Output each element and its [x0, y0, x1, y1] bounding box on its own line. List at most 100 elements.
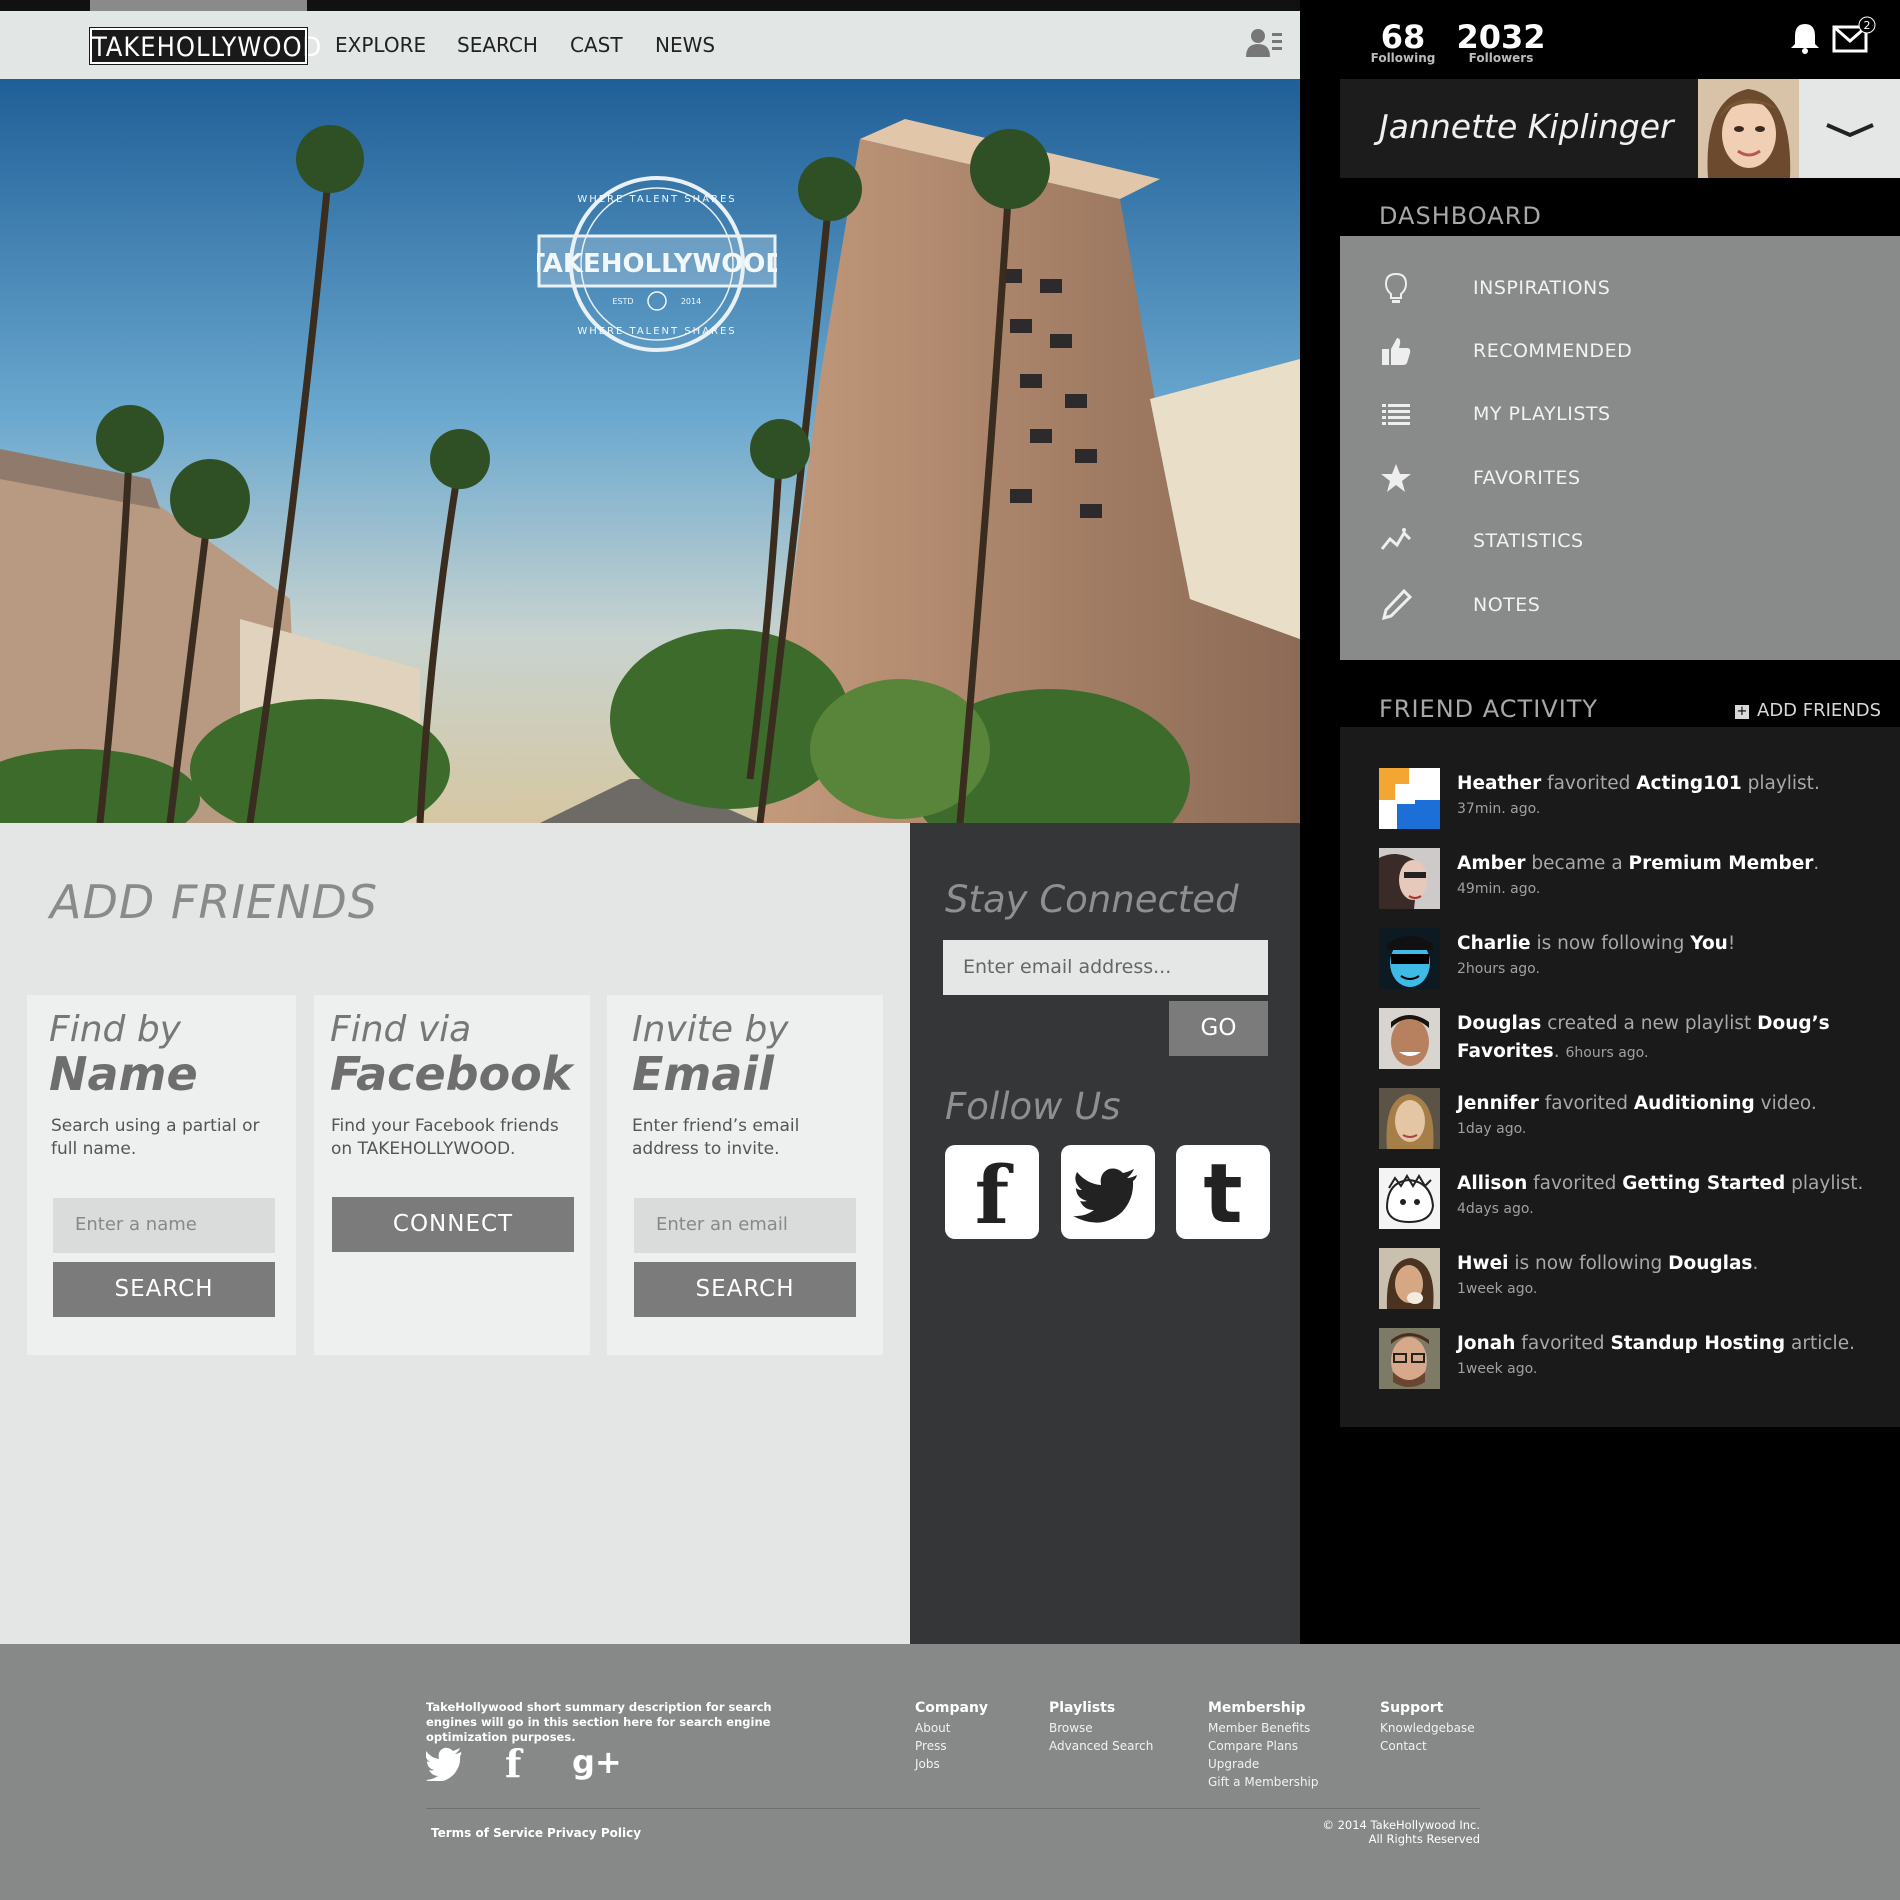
twitter-icon[interactable] [426, 1747, 462, 1781]
activity-text: Hwei is now following Douglas. [1457, 1253, 1759, 1274]
add-friends-section: ADD FRIENDS Find by Name Search using a … [0, 823, 910, 1644]
friend-avatar[interactable] [1379, 1168, 1440, 1229]
dashboard-item-favorites[interactable]: FAVORITES [1380, 458, 1860, 498]
site-footer: TakeHollywood short summary description … [0, 1644, 1900, 1900]
nav-news[interactable]: NEWS [655, 33, 715, 57]
stay-connected-panel: Stay Connected Enter email address... GO… [910, 823, 1300, 1644]
dashboard-item-statistics[interactable]: STATISTICS [1380, 521, 1860, 561]
invite-by-email-card: Invite by Email Enter friend’s email add… [607, 995, 883, 1355]
list-icon [1382, 404, 1410, 425]
friend-avatar[interactable] [1379, 848, 1440, 909]
activity-time: 37min. ago. [1457, 801, 1541, 817]
activity-time: 2hours ago. [1457, 961, 1540, 977]
footer-link-press[interactable]: Press [915, 1737, 988, 1755]
footer-column-support: Support Knowledgebase Contact [1380, 1700, 1475, 1755]
user-name[interactable]: Jannette Kiplinger [1379, 107, 1674, 146]
card-title-line1: Invite by [632, 1009, 789, 1050]
footer-link-gift-membership[interactable]: Gift a Membership [1208, 1773, 1319, 1791]
activity-text: Charlie is now following You! [1457, 933, 1736, 954]
svg-text:2014: 2014 [681, 297, 701, 306]
facebook-icon[interactable]: f [505, 1741, 521, 1786]
footer-link-advanced-search[interactable]: Advanced Search [1049, 1737, 1153, 1755]
activity-time: 1week ago. [1457, 1281, 1538, 1297]
dashboard-item-label: FAVORITES [1473, 467, 1581, 489]
dashboard-item-notes[interactable]: NOTES [1380, 585, 1860, 625]
invite-email-button[interactable]: SEARCH [634, 1262, 856, 1317]
terms-link[interactable]: Terms of Service [431, 1826, 543, 1840]
friend-avatar[interactable] [1379, 768, 1440, 829]
takehollywood-badge: TAKEHOLLYWOOD WHERE TALENT SHARES ESTD 2… [537, 176, 777, 352]
dashboard-item-label: STATISTICS [1473, 530, 1584, 552]
google-plus-icon[interactable]: g+ [572, 1743, 622, 1781]
chevron-down-icon [1826, 123, 1874, 138]
facebook-follow-button[interactable]: f [945, 1145, 1039, 1242]
copyright: © 2014 TakeHollywood Inc. All Rights Res… [1260, 1818, 1480, 1846]
footer-link-member-benefits[interactable]: Member Benefits [1208, 1719, 1319, 1737]
nav-cast[interactable]: CAST [570, 33, 623, 57]
footer-link-upgrade[interactable]: Upgrade [1208, 1755, 1319, 1773]
profile-dropdown-button[interactable] [1799, 79, 1900, 178]
main-content: TAKEHOLLYWOOD EXPLORE SEARCH CAST NEWS T… [0, 0, 1300, 1644]
activity-time: 49min. ago. [1457, 881, 1541, 897]
footer-link-browse[interactable]: Browse [1049, 1719, 1153, 1737]
activity-time: 1week ago. [1457, 1361, 1538, 1377]
footer-column-company: Company About Press Jobs [915, 1700, 988, 1773]
footer-column-playlists: Playlists Browse Advanced Search [1049, 1700, 1153, 1755]
footer-heading: Support [1380, 1700, 1444, 1716]
dashboard-item-label: INSPIRATIONS [1473, 277, 1611, 299]
following-label: Following [1370, 51, 1436, 65]
add-friends-link[interactable]: + ADD FRIENDS [1735, 700, 1881, 721]
avatar[interactable] [1698, 79, 1799, 178]
dashboard-item-label: MY PLAYLISTS [1473, 403, 1611, 425]
footer-description: TakeHollywood short summary description … [426, 1700, 772, 1744]
footer-divider [426, 1808, 1480, 1809]
bell-icon[interactable] [1790, 22, 1820, 54]
card-title-line1: Find via [330, 1009, 472, 1050]
dashboard-item-recommended[interactable]: RECOMMENDED [1380, 331, 1860, 371]
nav-search[interactable]: SEARCH [457, 33, 538, 57]
dashboard-title: DASHBOARD [1379, 202, 1542, 230]
card-title-line2: Email [632, 1047, 774, 1101]
nav-explore[interactable]: EXPLORE [335, 33, 426, 57]
facebook-connect-button[interactable]: CONNECT [332, 1197, 574, 1252]
find-via-facebook-card: Find via Facebook Find your Facebook fri… [314, 995, 590, 1355]
newsletter-go-button[interactable]: GO [1169, 1001, 1268, 1056]
lightbulb-icon [1384, 272, 1408, 303]
site-logo[interactable]: TAKEHOLLYWOOD [89, 27, 321, 65]
thumbs-up-icon [1382, 338, 1411, 365]
facebook-icon: f [974, 1148, 1010, 1242]
dashboard-item-my-playlists[interactable]: MY PLAYLISTS [1380, 394, 1860, 434]
name-search-input[interactable]: Enter a name [53, 1198, 275, 1253]
user-list-icon[interactable] [1246, 27, 1282, 57]
footer-link-jobs[interactable]: Jobs [915, 1755, 988, 1773]
twitter-follow-button[interactable] [1061, 1145, 1155, 1239]
logo-tab-highlight [90, 0, 307, 11]
hero-image: TAKEHOLLYWOOD WHERE TALENT SHARES ESTD 2… [0, 79, 1300, 823]
newsletter-email-input[interactable]: Enter email address... [943, 940, 1268, 995]
card-description: Search using a partial or full name. [51, 1116, 260, 1159]
star-icon [1381, 464, 1411, 492]
footer-link-contact[interactable]: Contact [1380, 1737, 1475, 1755]
dashboard-item-inspirations[interactable]: INSPIRATIONS [1380, 268, 1860, 308]
twitter-icon [1073, 1168, 1137, 1223]
name-search-button[interactable]: SEARCH [53, 1262, 275, 1317]
footer-link-knowledgebase[interactable]: Knowledgebase [1380, 1719, 1475, 1737]
friend-activity-feed: Heather favorited Acting101 playlist. 37… [1340, 727, 1900, 1427]
mail-icon[interactable]: 2 [1832, 16, 1876, 54]
friend-avatar[interactable] [1379, 928, 1440, 989]
activity-text: Amber became a Premium Member. [1457, 853, 1820, 874]
footer-link-compare-plans[interactable]: Compare Plans [1208, 1737, 1319, 1755]
invite-email-input[interactable]: Enter an email [634, 1198, 856, 1253]
friend-avatar[interactable] [1379, 1088, 1440, 1149]
privacy-link[interactable]: Privacy Policy [547, 1826, 641, 1840]
footer-link-about[interactable]: About [915, 1719, 988, 1737]
friend-avatar[interactable] [1379, 1248, 1440, 1309]
card-title-line2: Name [49, 1047, 198, 1101]
copyright-line: © 2014 TakeHollywood Inc. [1322, 1818, 1480, 1832]
friend-avatar[interactable] [1379, 1008, 1440, 1069]
dashboard-item-label: RECOMMENDED [1473, 340, 1633, 362]
activity-text: Allison favorited Getting Started playli… [1457, 1173, 1864, 1194]
tumblr-follow-button[interactable]: t [1176, 1145, 1270, 1242]
friend-avatar[interactable] [1379, 1328, 1440, 1389]
add-friends-label: ADD FRIENDS [1757, 700, 1882, 721]
